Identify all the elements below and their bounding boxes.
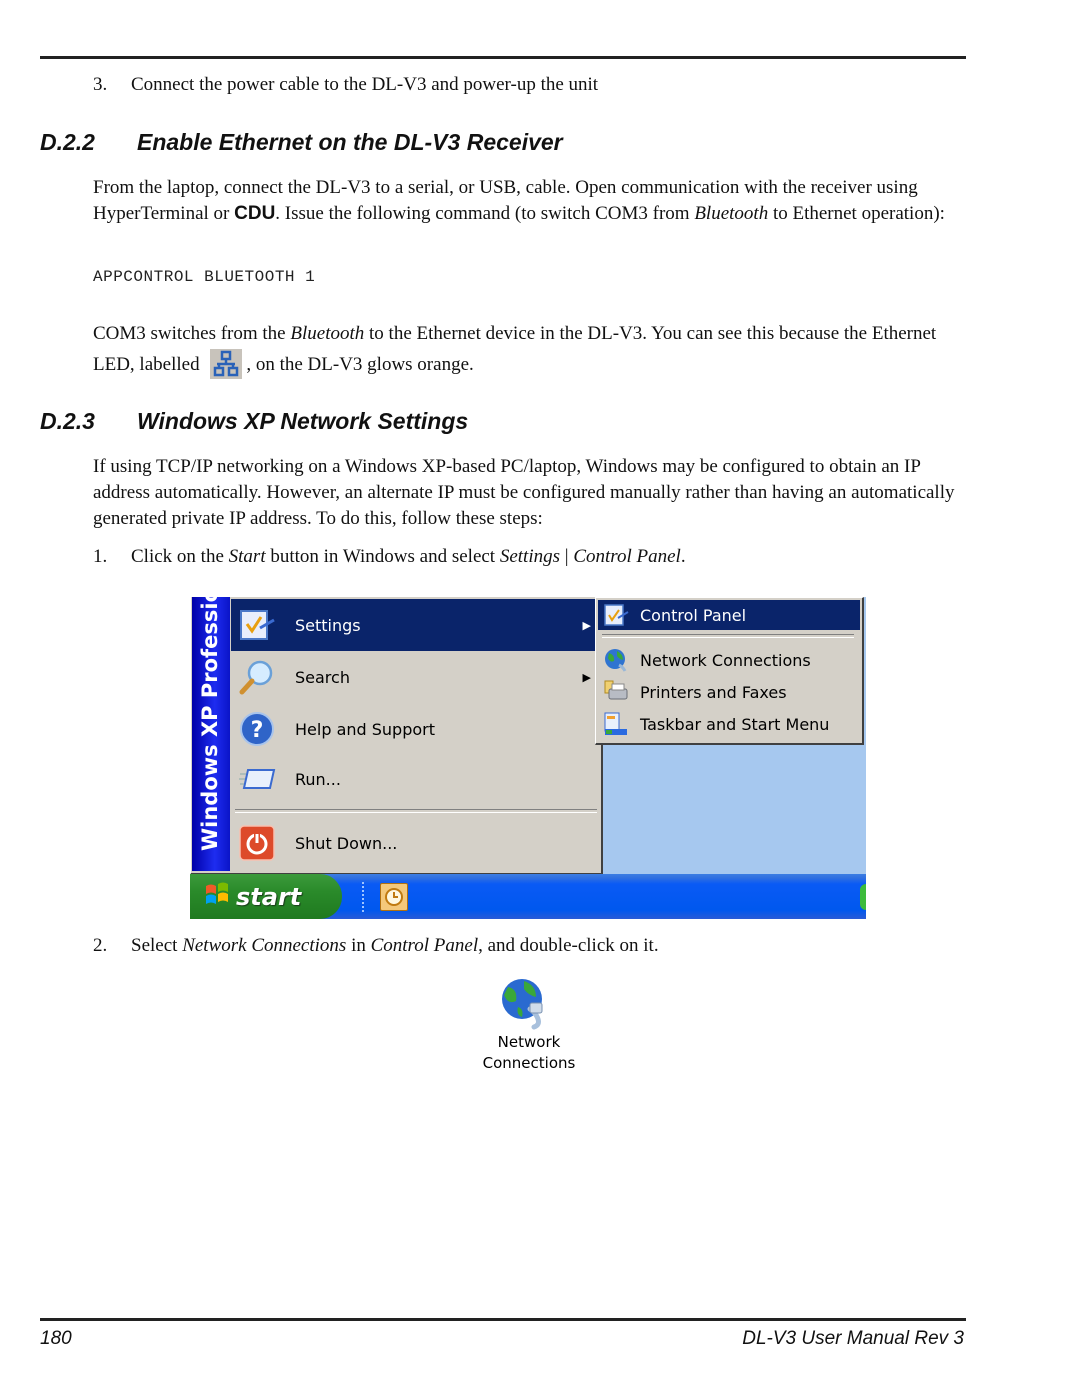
svg-text:?: ? xyxy=(251,718,264,743)
settings-icon xyxy=(237,605,277,645)
settings-term: Settings xyxy=(499,546,561,567)
command-text: APPCONTROL BLUETOOTH 1 xyxy=(93,268,316,286)
menu-item-label: Run... xyxy=(295,769,341,789)
printer-icon xyxy=(602,678,630,706)
step-3: 3. Connect the power cable to the DL-V3 a… xyxy=(93,72,598,98)
text: to Ethernet operation): xyxy=(768,203,945,224)
paragraph-com3-switch: COM3 switches from the Bluetooth to the … xyxy=(93,318,973,381)
submenu-item-control-panel[interactable]: Control Panel xyxy=(598,600,860,630)
start-button[interactable]: start xyxy=(190,874,342,919)
text: Click on the xyxy=(131,546,229,567)
submenu-item-label: Taskbar and Start Menu xyxy=(640,714,830,734)
step-number: 1. xyxy=(93,546,108,567)
help-icon: ? xyxy=(237,709,277,749)
step-1: 1. Click on the Start button in Windows a… xyxy=(93,544,686,570)
text: , on the DL-V3 glows orange. xyxy=(246,354,474,375)
paragraph-connect-laptop: From the laptop, connect the DL-V3 to a … xyxy=(93,175,973,227)
settings-submenu: Control Panel Network Connections Printe… xyxy=(595,597,864,745)
submenu-separator xyxy=(602,634,854,638)
start-menu-sidebar: Windows XP Professional xyxy=(192,597,230,871)
step-text: Connect the power cable to the DL-V3 and… xyxy=(131,74,599,95)
text: COM3 switches from the xyxy=(93,323,291,344)
cdu-term: CDU xyxy=(234,203,276,224)
control-panel-term: Control Panel xyxy=(573,546,681,567)
system-tray-edge xyxy=(860,884,866,910)
bluetooth-term: Bluetooth xyxy=(290,323,365,344)
quick-launch-clock-icon[interactable] xyxy=(380,883,408,911)
network-connections-globe-icon[interactable] xyxy=(496,975,556,1031)
menu-item-settings[interactable]: Settings ▶ xyxy=(231,599,601,651)
section-number: D.2.3 xyxy=(40,408,95,434)
run-icon xyxy=(237,759,277,799)
menu-item-run[interactable]: Run... xyxy=(231,753,601,805)
section-title: Windows XP Network Settings xyxy=(137,408,469,434)
page-number: 180 xyxy=(40,1328,72,1349)
text: . Issue the following command (to switch… xyxy=(275,203,695,224)
step-2: 2. Select Network Connections in Control … xyxy=(93,933,659,959)
text: . xyxy=(680,546,686,567)
menu-item-label: Search xyxy=(295,667,350,687)
menu-item-search[interactable]: Search ▶ xyxy=(231,651,601,703)
header-rule xyxy=(40,56,966,59)
footer-rule xyxy=(40,1318,966,1321)
control-panel-term: Control Panel xyxy=(370,935,479,956)
section-heading-d22: D.2.2 Enable Ethernet on the DL-V3 Receiv… xyxy=(40,129,563,156)
toolbar-grip[interactable] xyxy=(362,882,368,912)
shutdown-icon xyxy=(237,823,277,863)
menu-item-label: Shut Down... xyxy=(295,833,398,853)
xp-start-menu-screenshot: Windows XP Professional Settings ▶ Searc… xyxy=(190,597,866,919)
label-line-1: Network xyxy=(497,1033,561,1051)
submenu-arrow-icon: ▶ xyxy=(582,670,591,684)
step-number: 3. xyxy=(93,74,108,95)
section-title: Enable Ethernet on the DL-V3 Receiver xyxy=(137,129,563,155)
menu-item-help-and-support[interactable]: ? Help and Support xyxy=(231,703,601,755)
menu-item-label: Help and Support xyxy=(295,719,435,739)
submenu-arrow-icon: ▶ xyxy=(582,618,591,632)
control-panel-icon xyxy=(602,601,630,629)
windows-logo-icon xyxy=(204,882,230,912)
text: in xyxy=(346,935,371,956)
taskbar-icon xyxy=(602,710,630,738)
submenu-item-taskbar-and-start-menu[interactable]: Taskbar and Start Menu xyxy=(598,709,860,739)
sidebar-text: Windows XP Professional xyxy=(198,597,222,851)
section-number: D.2.2 xyxy=(40,129,95,155)
ethernet-led-icon xyxy=(210,348,243,379)
taskbar: start xyxy=(190,874,866,919)
menu-item-label: Settings xyxy=(295,615,361,635)
section-heading-d23: D.2.3 Windows XP Network Settings xyxy=(40,408,468,435)
text: , and double-click on it. xyxy=(478,935,659,956)
step-number: 2. xyxy=(93,935,108,956)
separator: | xyxy=(560,546,574,567)
paragraph-tcpip: If using TCP/IP networking on a Windows … xyxy=(93,456,955,529)
network-connections-term: Network Connections xyxy=(182,935,347,956)
text: Select xyxy=(131,935,183,956)
submenu-item-printers-and-faxes[interactable]: Printers and Faxes xyxy=(598,677,860,707)
text: button in Windows and select xyxy=(265,546,500,567)
label-line-2: Connections xyxy=(482,1054,576,1072)
bluetooth-term: Bluetooth xyxy=(694,203,769,224)
submenu-item-label: Printers and Faxes xyxy=(640,682,787,702)
start-button-label: start xyxy=(236,882,302,911)
submenu-item-label: Network Connections xyxy=(640,650,811,670)
start-menu: Windows XP Professional Settings ▶ Searc… xyxy=(190,597,603,875)
submenu-item-label: Control Panel xyxy=(640,605,747,625)
search-icon xyxy=(237,657,277,697)
network-connections-label: Network Connections xyxy=(470,1032,588,1074)
network-connections-icon xyxy=(602,646,630,674)
menu-separator xyxy=(235,809,597,813)
submenu-item-network-connections[interactable]: Network Connections xyxy=(598,645,860,675)
start-term: Start xyxy=(228,546,266,567)
menu-item-shut-down[interactable]: Shut Down... xyxy=(231,817,601,869)
document-title: DL-V3 User Manual Rev 3 xyxy=(742,1328,964,1349)
